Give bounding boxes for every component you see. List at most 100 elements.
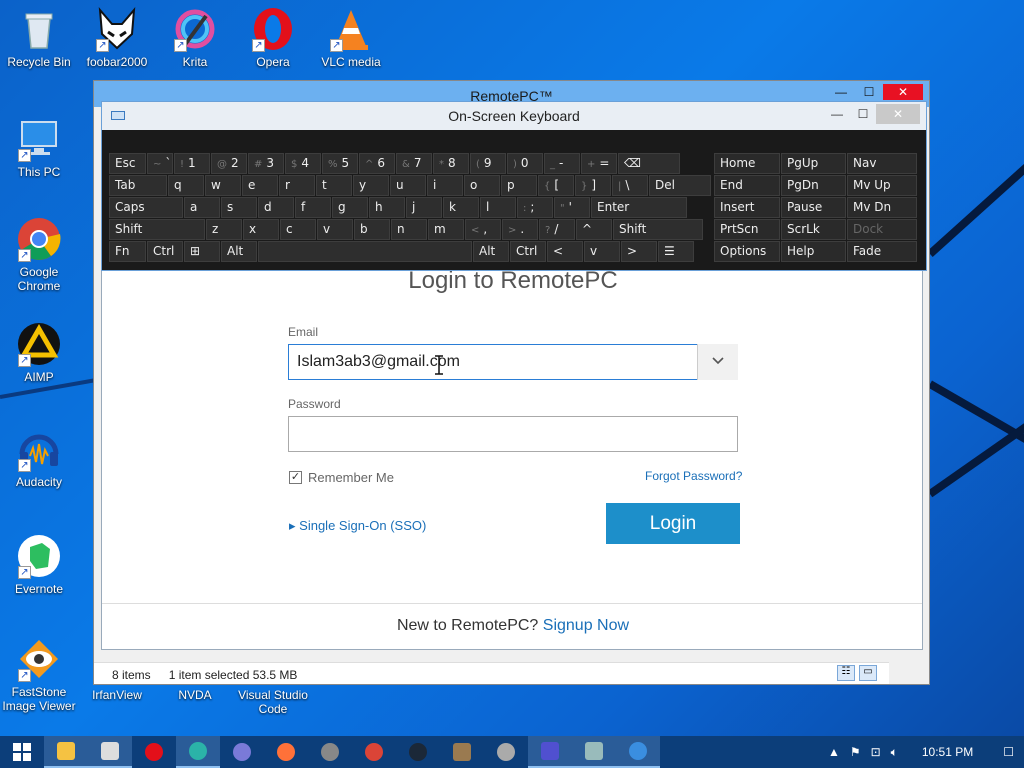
steam-icon[interactable] xyxy=(396,736,440,768)
minimize-icon[interactable]: — xyxy=(827,84,855,100)
minimize-icon[interactable]: — xyxy=(824,104,850,124)
network-icon[interactable]: ⊡ xyxy=(871,745,881,759)
edge-icon[interactable] xyxy=(176,736,220,768)
notification-icon[interactable]: ☐ xyxy=(1003,745,1014,759)
osk-nav-key[interactable]: PrtScn xyxy=(714,219,780,240)
osk-key[interactable]: e xyxy=(242,175,278,196)
osk-key[interactable]: f xyxy=(295,197,331,218)
osk-nav-key[interactable]: Help xyxy=(781,241,846,262)
desktop-icon-audacity[interactable]: ↗ Audacity xyxy=(0,426,78,489)
details-view-icon[interactable]: ☷ xyxy=(837,665,855,681)
email-field[interactable]: Islam3ab3@gmail.com xyxy=(288,344,738,380)
osk-key[interactable]: % 5 xyxy=(322,153,358,174)
osk-key[interactable]: w xyxy=(205,175,241,196)
osk-key[interactable]: x xyxy=(243,219,279,240)
volume-icon[interactable]: 🔈︎ xyxy=(891,745,898,760)
osk-key[interactable]: Enter xyxy=(591,197,687,218)
osk-key[interactable]: Shift xyxy=(109,219,205,240)
osk-key[interactable]: Tab xyxy=(109,175,167,196)
media-icon[interactable] xyxy=(88,736,132,768)
firefox-icon[interactable] xyxy=(264,736,308,768)
osk-nav-key[interactable]: Dock xyxy=(847,219,917,240)
osk-key[interactable]: Esc xyxy=(109,153,146,174)
osk-key[interactable]: v xyxy=(584,241,620,262)
osk-key[interactable]: l xyxy=(480,197,516,218)
opera-icon[interactable] xyxy=(132,736,176,768)
desktop-icon-faststone[interactable]: ↗ FastStone Image Viewer xyxy=(0,636,78,713)
osk-key[interactable]: >. xyxy=(502,219,538,240)
gimp-icon[interactable] xyxy=(440,736,484,768)
osk-nav-key[interactable]: PgUp xyxy=(781,153,846,174)
osk-nav-key[interactable]: ScrLk xyxy=(781,219,846,240)
osk-key[interactable]: $4 xyxy=(285,153,321,174)
password-field[interactable] xyxy=(288,416,738,452)
osk-key[interactable]: h xyxy=(369,197,405,218)
foobar-icon[interactable] xyxy=(220,736,264,768)
osk-nav-key[interactable]: Fade xyxy=(847,241,917,262)
maximize-icon[interactable]: ☐ xyxy=(855,84,883,100)
desktop-icon-aimp[interactable]: ↗ AIMP xyxy=(0,321,78,384)
osk-nav-key[interactable]: Mv Up xyxy=(847,175,917,196)
sso-toggle[interactable]: ▸ Single Sign-On (SSO) xyxy=(289,518,426,534)
osk-key[interactable]: (9 xyxy=(470,153,506,174)
desktop-icon-recycle-bin[interactable]: Recycle Bin xyxy=(0,6,78,69)
vlc-icon[interactable] xyxy=(484,736,528,768)
osk-key[interactable]: i xyxy=(427,175,463,196)
login-button[interactable]: Login xyxy=(606,503,740,544)
desktop-icon-opera[interactable]: ↗ Opera xyxy=(234,6,312,69)
desktop-icon-nvda[interactable]: NVDA xyxy=(156,688,234,702)
osk-key[interactable]: ) 0 xyxy=(507,153,543,174)
desktop-icon-krita[interactable]: ↗ Krita xyxy=(156,6,234,69)
app-icon[interactable] xyxy=(308,736,352,768)
osk-key[interactable]: ☰ xyxy=(658,241,694,262)
desktop-icon-evernote[interactable]: ↗ Evernote xyxy=(0,533,78,596)
osk-key[interactable]: <, xyxy=(465,219,501,240)
osk-key[interactable]: {[ xyxy=(538,175,574,196)
osk-key[interactable]: ^ xyxy=(576,219,612,240)
remember-me[interactable]: ✓ Remember Me xyxy=(289,470,394,485)
chrome-icon[interactable] xyxy=(352,736,396,768)
signup-link[interactable]: Signup Now xyxy=(543,617,629,634)
osk-key[interactable]: :; xyxy=(517,197,553,218)
osk-key[interactable]: < xyxy=(547,241,583,262)
remember-checkbox[interactable]: ✓ xyxy=(289,471,302,484)
osk-key[interactable]: " ' xyxy=(554,197,590,218)
file-explorer-icon[interactable] xyxy=(44,736,88,768)
osk-key[interactable]: | \ xyxy=(612,175,648,196)
osk-key[interactable]: v xyxy=(317,219,353,240)
osk-key[interactable]: u xyxy=(390,175,426,196)
osk-key[interactable]: d xyxy=(258,197,294,218)
osk-key[interactable]: #3 xyxy=(248,153,284,174)
osk-key[interactable]: t xyxy=(316,175,352,196)
osk-key[interactable] xyxy=(258,241,472,262)
chevron-up-icon[interactable]: ▲ xyxy=(828,745,840,759)
clock[interactable]: 10:51 PM xyxy=(922,745,973,759)
osk-key[interactable]: q xyxy=(168,175,204,196)
osk-key[interactable]: z xyxy=(206,219,242,240)
maximize-icon[interactable]: ☐ xyxy=(850,104,876,124)
osk-key[interactable]: b xyxy=(354,219,390,240)
start-button[interactable] xyxy=(0,736,44,768)
osk-key[interactable]: m xyxy=(428,219,464,240)
osk-key[interactable]: a xyxy=(184,197,220,218)
osk-key[interactable]: _ - xyxy=(544,153,580,174)
osk-key[interactable]: Fn xyxy=(109,241,146,262)
osk-key[interactable]: + = xyxy=(581,153,617,174)
osk-key[interactable]: Caps xyxy=(109,197,183,218)
osk-key[interactable]: y xyxy=(353,175,389,196)
osk-key[interactable]: ~ ` xyxy=(147,153,173,174)
osk-nav-key[interactable]: Insert xyxy=(714,197,780,218)
osk-key[interactable]: ^ 6 xyxy=(359,153,395,174)
desktop-icon-vlc[interactable]: ↗ VLC media xyxy=(312,6,390,69)
settings-icon[interactable] xyxy=(528,736,572,768)
osk-key[interactable]: c xyxy=(280,219,316,240)
osk-nav-key[interactable]: Home xyxy=(714,153,780,174)
osk-key[interactable]: * 8 xyxy=(433,153,469,174)
osk-key[interactable]: Ctrl xyxy=(510,241,546,262)
osk-key[interactable]: ! 1 xyxy=(174,153,210,174)
osk-key[interactable]: k xyxy=(443,197,479,218)
desktop-icon-this-pc[interactable]: ↗ This PC xyxy=(0,116,78,179)
osk-key[interactable]: Alt xyxy=(221,241,257,262)
osk-key[interactable]: Del xyxy=(649,175,711,196)
osk-key[interactable]: n xyxy=(391,219,427,240)
